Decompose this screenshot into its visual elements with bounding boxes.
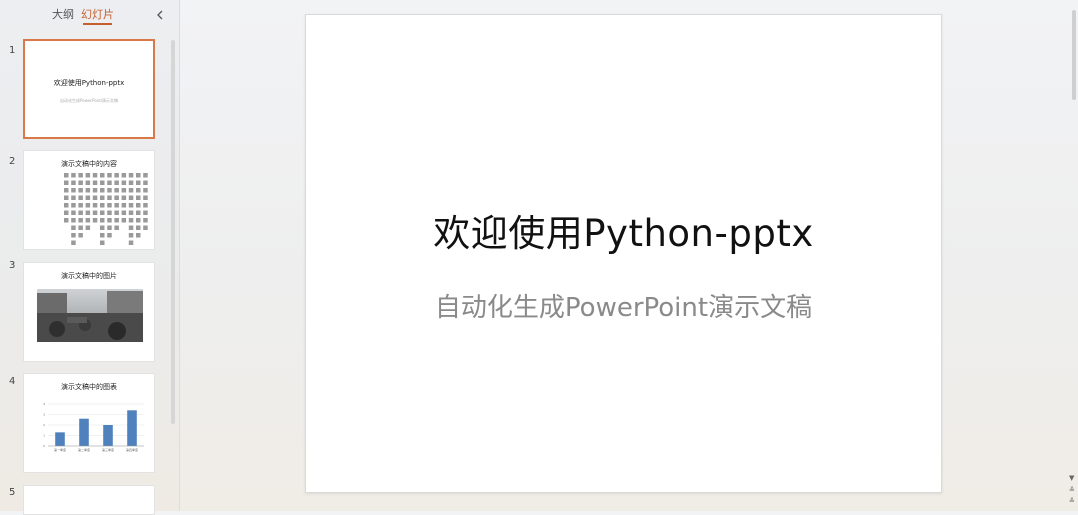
slide-subtitle[interactable]: 自动化生成PowerPoint演示文稿 [306, 287, 941, 324]
y-tick-label: 4 [43, 402, 45, 406]
y-tick-label: 0 [43, 444, 45, 448]
thumbnail-title: 演示文稿中的图片 [61, 272, 117, 280]
x-tick-label: 第一季度 [54, 447, 66, 452]
next-page-icon[interactable]: ≚ [1069, 486, 1075, 494]
thumbnail-number: 4 [9, 376, 16, 387]
chart-bar [127, 410, 137, 446]
slide-title[interactable]: 欢迎使用Python-pptx [306, 203, 941, 257]
chart-bar [79, 418, 89, 446]
street-photo [37, 289, 143, 342]
thumbnail-number: 3 [9, 260, 16, 271]
slide-thumbnail-3[interactable]: 演示文稿中的图片 [23, 262, 155, 362]
sidebar-tabs: 大纲 幻灯片 [0, 6, 180, 26]
x-tick-label: 第三季度 [102, 447, 114, 452]
vertical-text-block [64, 173, 148, 245]
slide-thumbnail-1[interactable]: 欢迎使用Python-pptx 自动化生成PowerPoint演示文稿 [23, 39, 155, 139]
thumbnail-number: 2 [9, 156, 16, 167]
thumbnail-title: 欢迎使用Python-pptx [53, 79, 125, 87]
tab-outline[interactable]: 大纲 [52, 6, 74, 22]
slide-thumbnail-2[interactable]: 演示文稿中的内容 [23, 150, 155, 250]
thumbnail-subtitle: 自动化生成PowerPoint演示文稿 [59, 98, 119, 103]
tab-slides[interactable]: 幻灯片 [81, 6, 114, 25]
thumbnail-number: 5 [9, 487, 16, 498]
scroll-down-icon[interactable]: ▼ [1069, 474, 1074, 482]
slides-sidebar: 大纲 幻灯片 1 欢迎使用Python-pptx 自动化生成PowerPoint… [0, 0, 180, 515]
sidebar-scrollbar[interactable] [171, 40, 175, 424]
thumbnail-title: 演示文稿中的图表 [61, 383, 117, 391]
bar-chart: 0 1 2 3 4 第一季度 第二季度 第三季度 第四季度 [43, 402, 144, 452]
thumbnail-title: 演示文稿中的内容 [61, 160, 117, 168]
chart-bar [55, 432, 65, 446]
y-tick-label: 3 [43, 413, 45, 417]
x-tick-label: 第二季度 [78, 447, 90, 452]
collapse-sidebar-icon[interactable] [154, 8, 166, 22]
x-tick-label: 第四季度 [126, 447, 138, 452]
chart-bar [103, 425, 113, 446]
prev-page-icon[interactable]: ≚ [1069, 497, 1075, 505]
y-tick-label: 1 [43, 434, 45, 438]
y-tick-label: 2 [43, 423, 45, 427]
scrollbar-thumb[interactable] [1072, 10, 1076, 100]
slide-thumbnail-4[interactable]: 演示文稿中的图表 0 1 2 3 4 第一季度 第二季度 第三季度 第四季度 [23, 373, 155, 473]
thumbnail-number: 1 [9, 45, 16, 56]
main-scrollbar[interactable]: ▼ ≚ ≚ [1068, 0, 1078, 511]
slide-canvas[interactable]: 欢迎使用Python-pptx 自动化生成PowerPoint演示文稿 [305, 14, 942, 493]
